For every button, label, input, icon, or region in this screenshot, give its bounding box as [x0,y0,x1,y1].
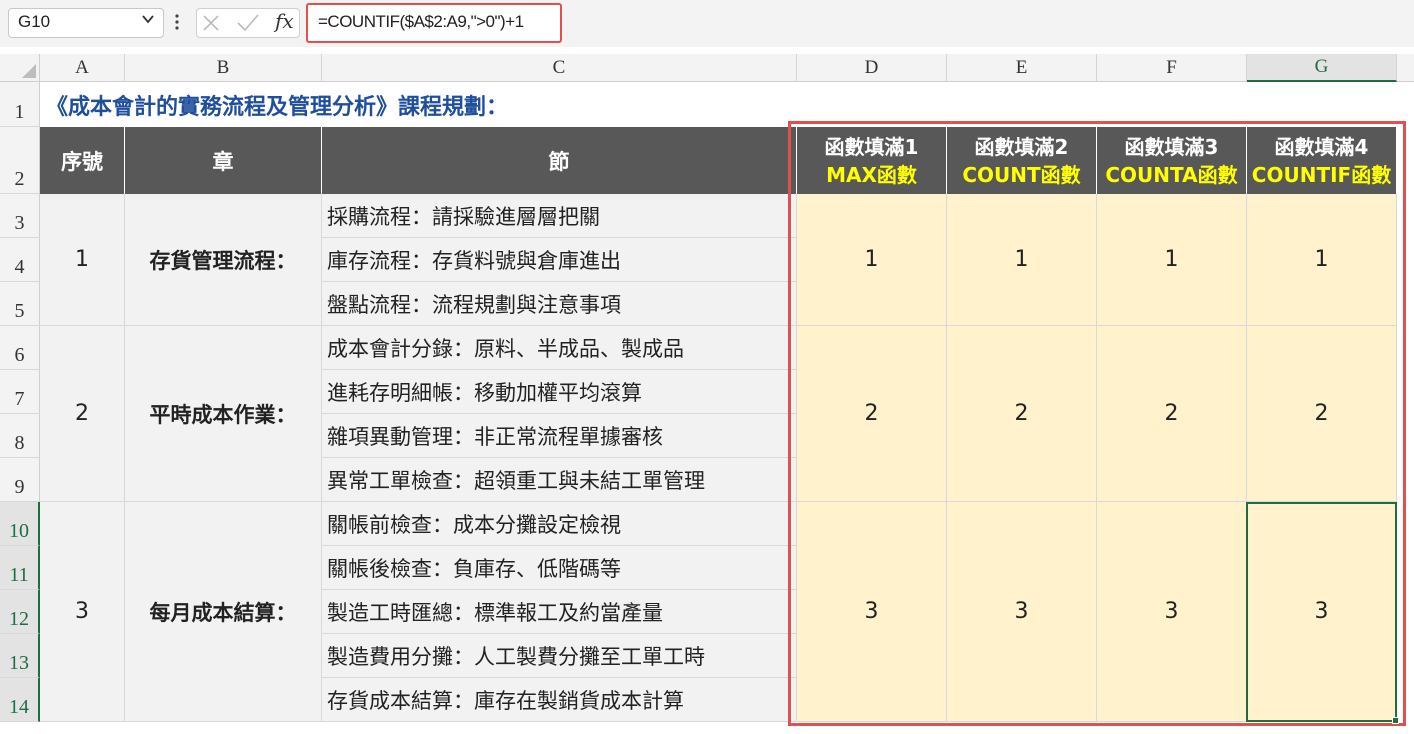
select-all-corner[interactable] [0,54,40,82]
row-header-8[interactable]: 8 [0,414,40,458]
fill-handle[interactable] [1392,717,1399,724]
more-options-icon[interactable] [171,12,183,32]
active-cell-border [1246,502,1397,722]
section-cell[interactable]: 存貨成本結算：庫存在製銷貨成本計算 [322,678,797,722]
row-header-4[interactable]: 4 [0,238,40,282]
column-header-g[interactable]: G [1247,54,1397,82]
chapter-cell[interactable]: 平時成本作業： [125,326,322,502]
row-header-2[interactable]: 2 [0,127,40,194]
row-header-10[interactable]: 10 [0,502,40,546]
row-header-3[interactable]: 3 [0,194,40,238]
section-cell[interactable]: 進耗存明細帳：移動加權平均滾算 [322,370,797,414]
seq-cell[interactable]: 2 [40,326,125,502]
row-header-6[interactable]: 6 [0,326,40,370]
row-header-11[interactable]: 11 [0,546,40,590]
row-header-12[interactable]: 12 [0,590,40,634]
chapter-cell[interactable]: 存貨管理流程： [125,194,322,326]
section-cell[interactable]: 製造工時匯總：標準報工及約當產量 [322,590,797,634]
column-header-b[interactable]: B [125,54,322,82]
chevron-down-icon[interactable] [140,11,156,27]
column-header-a[interactable]: A [40,54,125,82]
seq-cell[interactable]: 3 [40,502,125,722]
section-cell[interactable]: 異常工單檢查：超領重工與未結工單管理 [322,458,797,502]
row-header-14[interactable]: 14 [0,678,40,722]
section-cell[interactable]: 製造費用分攤：人工製費分攤至工單工時 [322,634,797,678]
cancel-icon[interactable] [201,13,221,33]
section-cell[interactable]: 盤點流程：流程規劃與注意事項 [322,282,797,326]
enter-check-icon[interactable] [236,13,260,33]
header-chapter[interactable]: 章 [125,127,322,194]
seq-cell[interactable]: 1 [40,194,125,326]
column-header-e[interactable]: E [947,54,1097,82]
header-section[interactable]: 節 [322,127,797,194]
header-seq[interactable]: 序號 [40,127,125,194]
column-header-d[interactable]: D [797,54,947,82]
row-header-13[interactable]: 13 [0,634,40,678]
section-cell[interactable]: 關帳後檢查：負庫存、低階碼等 [322,546,797,590]
row-header-1[interactable]: 1 [0,82,40,127]
name-box-value: G10 [18,12,51,31]
section-cell[interactable]: 關帳前檢查：成本分攤設定檢視 [322,502,797,546]
insert-function-icon[interactable]: fx [275,9,294,33]
sheet-title[interactable]: 《成本會計的實務流程及管理分析》課程規劃： [46,89,508,121]
chapter-cell[interactable]: 每月成本結算： [125,502,322,722]
section-cell[interactable]: 採購流程：請採驗進層層把關 [322,194,797,238]
section-cell[interactable]: 庫存流程：存貨料號與倉庫進出 [322,238,797,282]
column-header-f[interactable]: F [1097,54,1247,82]
row-header-7[interactable]: 7 [0,370,40,414]
formula-text: =COUNTIF($A$2:A9,">0")+1 [318,12,524,31]
row-header-5[interactable]: 5 [0,282,40,326]
column-header-filler [1397,54,1414,82]
column-header-c[interactable]: C [322,54,797,82]
row-header-9[interactable]: 9 [0,458,40,502]
section-cell[interactable]: 雜項異動管理：非正常流程單據審核 [322,414,797,458]
section-cell[interactable]: 成本會計分錄：原料、半成品、製成品 [322,326,797,370]
